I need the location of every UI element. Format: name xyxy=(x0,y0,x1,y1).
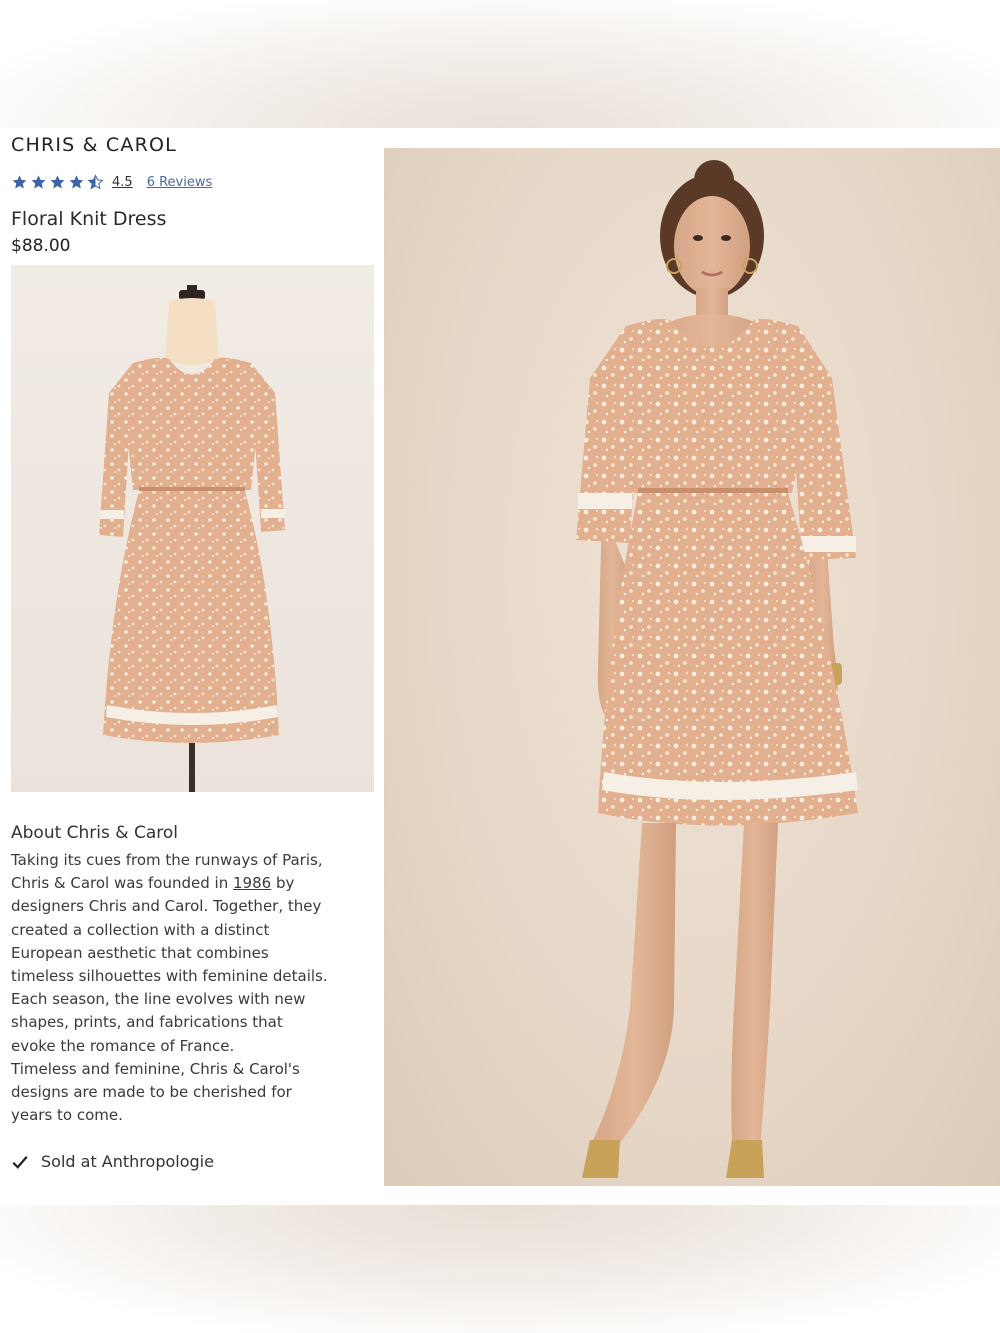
about-text-line: created a collection with a distinct xyxy=(11,920,270,939)
about-text-line: years to come. xyxy=(11,1106,123,1125)
product-thumbnail-mannequin[interactable] xyxy=(11,265,374,792)
about-text-line: Chris & Carol was founded in 1986 by xyxy=(11,874,295,893)
product-price: $88.00 xyxy=(11,236,71,256)
about-text-line: evoke the romance of France. xyxy=(11,1036,235,1055)
check-icon xyxy=(12,1155,28,1169)
about-text-line: designs are made to be cherished for xyxy=(11,1083,292,1102)
half-star-icon xyxy=(87,173,104,189)
about-text-line: Each season, the line evolves with new xyxy=(11,990,306,1009)
star-icon xyxy=(31,174,46,188)
sold-at-row: Sold at Anthropologie xyxy=(11,1152,214,1171)
about-description: Taking its cues from the runways of Pari… xyxy=(11,849,331,1127)
sold-at-text: Sold at Anthropologie xyxy=(41,1152,214,1171)
rating-value: 4.5 xyxy=(112,174,133,190)
rating-row: 4.5 6 Reviews xyxy=(11,172,212,192)
star-rating xyxy=(11,173,104,191)
star-icon xyxy=(12,174,27,188)
product-title: Floral Knit Dress xyxy=(11,208,167,230)
mannequin-dress-image xyxy=(99,285,285,792)
star-icon xyxy=(69,174,84,188)
product-card: CHRIS & CAROL 4.5 6 Reviews Floral Knit … xyxy=(0,128,1000,1205)
star-icon xyxy=(50,174,65,188)
about-text-line: European aesthetic that combines xyxy=(11,943,269,962)
model-wearing-dress-image xyxy=(576,160,858,1178)
blurred-backdrop-bottom xyxy=(0,1205,1000,1333)
about-text-line: shapes, prints, and fabrications that xyxy=(11,1013,283,1032)
reviews-link[interactable]: 6 Reviews xyxy=(147,175,213,190)
blurred-backdrop-top xyxy=(0,0,1000,128)
about-text-line: timeless silhouettes with feminine detai… xyxy=(11,967,328,986)
product-main-image-model[interactable] xyxy=(384,148,1000,1186)
about-heading: About Chris & Carol xyxy=(11,823,178,843)
about-text-line: designers Chris and Carol. Together, the… xyxy=(11,897,322,916)
about-text-line: Taking its cues from the runways of Pari… xyxy=(11,851,323,869)
brand-name[interactable]: CHRIS & CAROL xyxy=(11,134,177,156)
founding-year-link[interactable]: 1986 xyxy=(233,874,271,892)
about-text-line: Timeless and feminine, Chris & Carol's xyxy=(11,1059,300,1078)
